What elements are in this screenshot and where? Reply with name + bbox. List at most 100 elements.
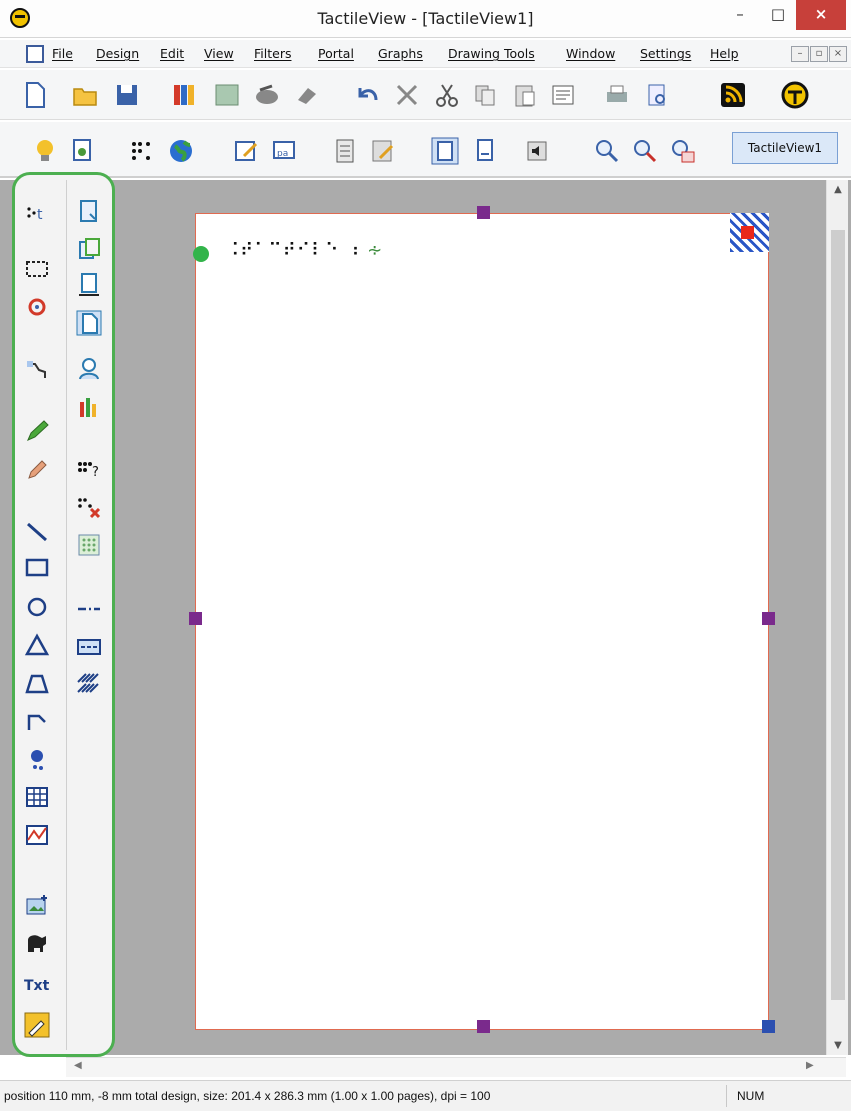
vertical-scrollbar[interactable]: ▲ ▼ — [826, 180, 848, 1055]
num-lock-indicator: NUM — [737, 1089, 765, 1103]
print-icon[interactable] — [602, 80, 632, 110]
edit-design-icon[interactable] — [232, 136, 262, 166]
page-orientation-icon[interactable] — [76, 310, 102, 336]
delete-icon[interactable] — [392, 80, 422, 110]
zoom-fit-icon[interactable] — [668, 136, 698, 166]
rectangle-tool-icon[interactable] — [24, 554, 50, 580]
lasso-icon[interactable] — [24, 356, 50, 382]
scroll-up-arrow[interactable]: ▲ — [827, 184, 849, 195]
polyline-tool-icon[interactable] — [24, 708, 50, 734]
main-toolbar — [0, 70, 851, 120]
rss-feed-icon[interactable] — [718, 80, 748, 110]
pencil-icon[interactable] — [24, 418, 50, 444]
user-icon[interactable] — [76, 356, 102, 382]
paste-icon[interactable] — [510, 80, 540, 110]
anchor-point[interactable] — [193, 246, 209, 262]
menu-drawing-tools[interactable]: Drawing Tools — [448, 46, 535, 61]
corner-handle-blue[interactable] — [762, 1020, 775, 1033]
menu-settings[interactable]: Settings — [640, 46, 691, 61]
scroll-left-arrow[interactable]: ◀ — [74, 1060, 82, 1071]
menu-window[interactable]: Window — [566, 46, 615, 61]
mdi-minimize-button[interactable]: – — [791, 46, 809, 62]
vertical-scroll-thumb[interactable] — [831, 230, 845, 1000]
text-tool-icon[interactable]: Txt — [24, 978, 58, 998]
menu-file[interactable]: File — [52, 46, 73, 61]
new-document-icon[interactable] — [20, 80, 50, 110]
menu-graphs[interactable]: Graphs — [378, 46, 423, 61]
chart-icon[interactable] — [76, 394, 102, 420]
menu-design[interactable]: Design — [96, 46, 139, 61]
rotate-icon[interactable] — [24, 294, 50, 320]
mdi-close-button[interactable]: × — [829, 46, 847, 62]
drawing-edit-icon[interactable] — [368, 136, 398, 166]
audio-icon[interactable] — [522, 136, 552, 166]
maximize-button[interactable]: □ — [758, 0, 798, 30]
copy-icon[interactable] — [470, 80, 500, 110]
globe-icon[interactable] — [166, 136, 196, 166]
braille-text-object[interactable]: ⠨⠞⠁⠉⠞⠊⠇⠑ ⠰ ∻ — [226, 240, 383, 261]
selection-handle-top[interactable] — [477, 206, 490, 219]
close-button[interactable]: × — [796, 0, 846, 30]
selection-handle-left[interactable] — [189, 612, 202, 625]
print-preview-icon[interactable] — [642, 80, 672, 110]
page-copy-icon[interactable] — [76, 236, 102, 262]
zoom-in-icon[interactable] — [592, 136, 622, 166]
braille-check-icon[interactable]: ? — [76, 456, 102, 482]
menu-help[interactable]: Help — [710, 46, 739, 61]
document-menu-icon[interactable] — [26, 45, 44, 63]
page-size-icon[interactable] — [76, 272, 102, 298]
hatch-fill-icon[interactable] — [76, 670, 102, 696]
selection-handle-right[interactable] — [762, 612, 775, 625]
zoom-out-icon[interactable] — [630, 136, 660, 166]
scroll-right-arrow[interactable]: ▶ — [806, 1060, 814, 1071]
braille-text: ⠨⠞⠁⠉⠞⠊⠇⠑ ⠰ — [226, 240, 361, 261]
menu-filters[interactable]: Filters — [254, 46, 291, 61]
line-style-icon[interactable] — [76, 596, 102, 622]
scanner-icon[interactable] — [252, 80, 282, 110]
mdi-restore-button[interactable]: ▫ — [810, 46, 828, 62]
cut-icon[interactable] — [432, 80, 462, 110]
page-single-icon[interactable] — [470, 136, 500, 166]
ellipse-tool-icon[interactable] — [24, 594, 50, 620]
eraser-icon[interactable] — [292, 80, 322, 110]
color-picker-icon[interactable] — [24, 1012, 50, 1038]
triangle-tool-icon[interactable] — [24, 632, 50, 658]
trapezoid-tool-icon[interactable] — [24, 670, 50, 696]
braille-icon[interactable] — [128, 136, 158, 166]
animal-symbol-icon[interactable] — [24, 930, 50, 956]
select-rectangle-icon[interactable] — [24, 256, 50, 282]
undo-icon[interactable] — [352, 80, 382, 110]
books-icon[interactable] — [170, 80, 200, 110]
document-tab[interactable]: TactileView1 — [732, 132, 838, 164]
pattern-fill-icon[interactable] — [76, 532, 102, 558]
minimize-button[interactable]: – — [720, 0, 760, 30]
calculator-icon[interactable] — [330, 136, 360, 166]
page-setup-icon[interactable] — [76, 198, 102, 224]
design-page[interactable] — [195, 213, 769, 1030]
graph-tool-icon[interactable] — [24, 822, 50, 848]
horizontal-scrollbar[interactable]: ◀ ▶ — [66, 1057, 846, 1077]
menu-view[interactable]: View — [204, 46, 234, 61]
braille-text-icon[interactable]: pa — [270, 136, 300, 166]
line-tool-icon[interactable] — [24, 518, 50, 544]
bulb-icon[interactable] — [30, 136, 60, 166]
table-tool-icon[interactable] — [24, 784, 50, 810]
scroll-down-arrow[interactable]: ▼ — [827, 1040, 849, 1051]
tactileview-portal-icon[interactable] — [780, 80, 810, 110]
point-tool-icon[interactable] — [24, 746, 50, 772]
settings-document-icon[interactable] — [68, 136, 98, 166]
paste-special-icon[interactable] — [548, 80, 578, 110]
page-view-icon[interactable] — [430, 136, 460, 166]
open-folder-icon[interactable] — [70, 80, 100, 110]
dashed-box-icon[interactable] — [76, 634, 102, 660]
eraser-tool-icon[interactable] — [24, 456, 50, 482]
menu-portal[interactable]: Portal — [318, 46, 354, 61]
selection-handle-bottom[interactable] — [477, 1020, 490, 1033]
corner-handle-red[interactable] — [741, 226, 754, 239]
insert-image-icon[interactable] — [24, 892, 50, 918]
braille-text-tool-icon[interactable]: t — [24, 200, 50, 226]
menu-edit[interactable]: Edit — [160, 46, 184, 61]
image-gallery-icon[interactable] — [212, 80, 242, 110]
braille-delete-icon[interactable] — [76, 494, 102, 520]
save-icon[interactable] — [112, 80, 142, 110]
